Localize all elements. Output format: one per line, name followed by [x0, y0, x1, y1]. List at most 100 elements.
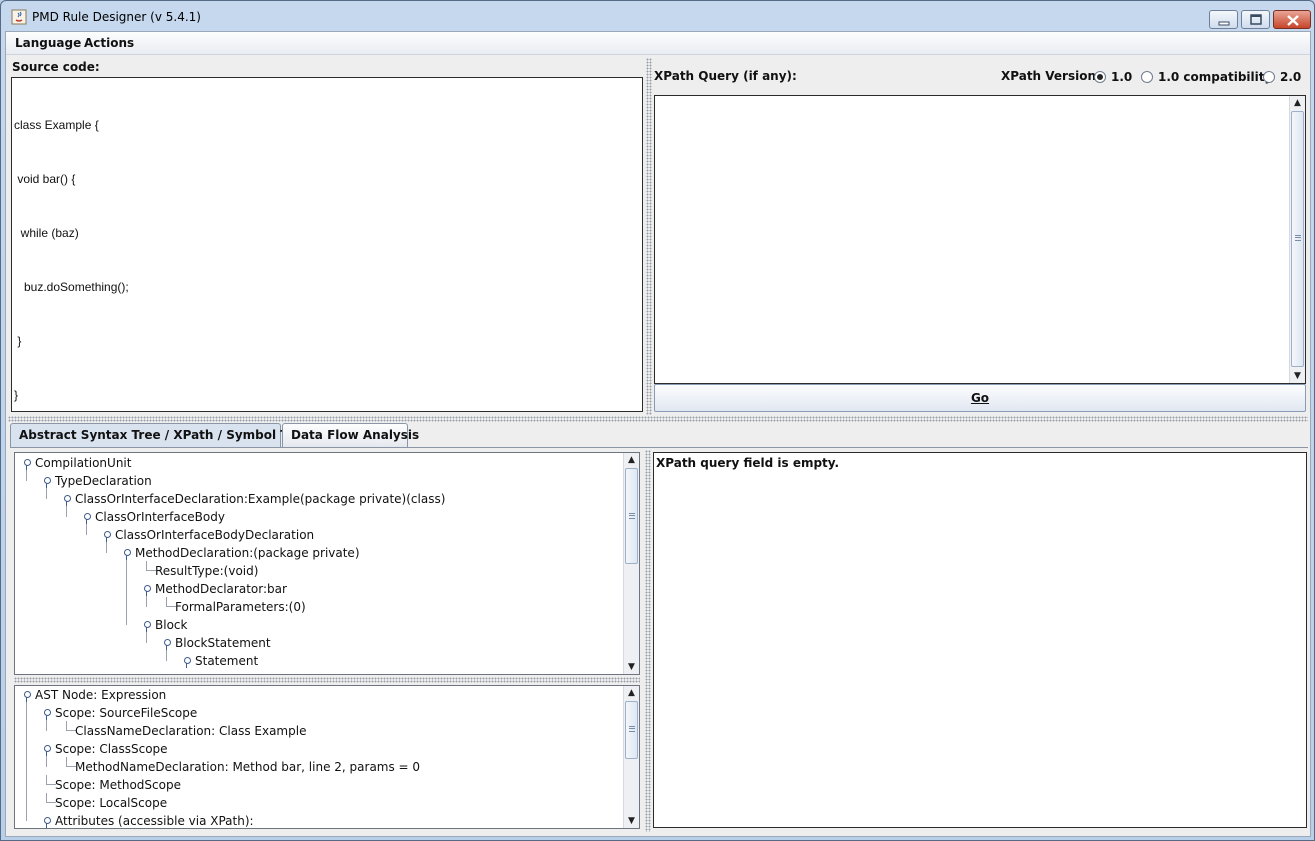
scroll-down-icon[interactable]: ▼ — [1290, 369, 1305, 383]
tree-node[interactable]: ClassOrInterfaceBody — [95, 508, 225, 526]
tree-node[interactable]: Scope: LocalScope — [55, 794, 167, 812]
code-line: buz.doSomething(); — [14, 280, 129, 294]
tree-branch-line — [46, 720, 47, 731]
xpath-version-1-0-compatibility[interactable]: 1.0 compatibility — [1141, 68, 1272, 86]
close-icon — [1287, 15, 1299, 26]
scroll-up-icon[interactable]: ▲ — [1290, 96, 1305, 110]
tree-branch-line — [146, 596, 147, 607]
tree-expand-handle-icon[interactable] — [101, 526, 113, 544]
menu-language[interactable]: Language — [15, 36, 81, 50]
tree-node[interactable]: ClassOrInterfaceBodyDeclaration — [115, 526, 314, 544]
menu-bar: Language Actions — [6, 32, 1310, 55]
radio-label: 1.0 — [1111, 70, 1133, 84]
ast-tree-view[interactable]: ▲ ▼ CompilationUnit TypeDeclaration ClassO… — [14, 452, 640, 675]
scrollbar-thumb[interactable] — [625, 701, 638, 759]
radio-button-selected[interactable] — [1094, 71, 1106, 83]
scroll-up-icon[interactable]: ▲ — [624, 453, 639, 467]
horizontal-split-handle[interactable] — [8, 416, 1308, 422]
tree-node[interactable]: ClassOrInterfaceDeclaration:Example(pack… — [75, 490, 445, 508]
tree-branch-line — [146, 632, 147, 643]
tree-expand-handle-icon[interactable] — [41, 740, 53, 758]
tree-node[interactable]: AST Node: Expression — [35, 686, 166, 704]
go-button-label: Go — [970, 391, 990, 405]
scroll-up-icon[interactable]: ▲ — [624, 686, 639, 700]
xpath-version-1-0[interactable]: 1.0 — [1094, 68, 1132, 86]
tree-branch-line — [86, 524, 87, 535]
tree-node[interactable]: MethodDeclaration:(package private) — [135, 544, 360, 562]
title-bar[interactable]: PMD Rule Designer (v 5.4.1) — [1, 1, 1314, 31]
grip-icon — [629, 726, 635, 732]
tree-node[interactable]: MethodNameDeclaration: Method bar, line … — [75, 758, 420, 776]
tree-node[interactable]: FormalParameters:(0) — [175, 598, 306, 616]
source-code-editor[interactable]: class Example { void bar() { while (baz)… — [11, 77, 643, 412]
symbol-scrollbar[interactable]: ▲ ▼ — [623, 686, 639, 828]
close-window-button[interactable] — [1273, 10, 1311, 29]
tab-label: Abstract Syntax Tree / XPath / Symbol Ta… — [19, 428, 316, 442]
tree-expand-handle-icon[interactable] — [61, 490, 73, 508]
vertical-split-handle-top[interactable] — [646, 58, 652, 415]
application-window: PMD Rule Designer (v 5.4.1) Language Act… — [0, 0, 1315, 841]
tab-label: Data Flow Analysis — [291, 428, 420, 442]
scroll-down-icon[interactable]: ▼ — [624, 660, 639, 674]
tree-node[interactable]: BlockStatement — [175, 634, 271, 652]
tree-node[interactable]: Scope: MethodScope — [55, 776, 181, 794]
scrollbar-thumb[interactable] — [1291, 111, 1304, 367]
tree-expand-handle-icon[interactable] — [141, 580, 153, 598]
client-area: Language Actions Source code: class Exam… — [5, 31, 1311, 837]
menu-actions[interactable]: Actions — [84, 36, 134, 50]
minimize-button[interactable] — [1209, 10, 1238, 29]
tree-expand-handle-icon[interactable] — [121, 544, 133, 562]
radio-button[interactable] — [1141, 71, 1153, 83]
xpath-result-message: XPath query field is empty. — [656, 456, 840, 470]
tree-node[interactable]: ClassNameDeclaration: Class Example — [75, 722, 306, 740]
xpath-version-2-0[interactable]: 2.0 — [1263, 68, 1301, 86]
tree-expand-handle-icon[interactable] — [81, 508, 93, 526]
radio-label: 1.0 compatibility — [1158, 70, 1273, 84]
tree-expand-handle-icon[interactable] — [141, 616, 153, 634]
scrollbar-thumb[interactable] — [625, 468, 638, 564]
symbol-table-tree-view[interactable]: ▲ ▼ AST Node: Expression Scope: SourceFil… — [14, 685, 640, 829]
tree-node[interactable]: Block — [155, 616, 187, 634]
tree-expand-handle-icon[interactable] — [41, 812, 53, 828]
source-code-label: Source code: — [12, 60, 100, 74]
code-line: class Example { — [14, 118, 99, 132]
scroll-down-icon[interactable]: ▼ — [624, 814, 639, 828]
tree-split-handle[interactable] — [14, 677, 640, 683]
tab-ast-xpath-symbol[interactable]: Abstract Syntax Tree / XPath / Symbol Ta… — [10, 423, 316, 448]
tree-expand-handle-icon[interactable] — [41, 472, 53, 490]
xpath-result-panel[interactable]: XPath query field is empty. — [653, 452, 1307, 828]
tree-node[interactable]: CompilationUnit — [35, 454, 131, 472]
tree-node[interactable]: TypeDeclaration — [55, 472, 152, 490]
xpath-query-input[interactable]: ▲ ▼ — [654, 95, 1306, 384]
vertical-split-handle-bottom[interactable] — [645, 450, 651, 832]
xpath-version-label: XPath Version: — [1001, 69, 1101, 83]
ast-scrollbar[interactable]: ▲ ▼ — [623, 453, 639, 674]
code-line: while (baz) — [14, 226, 79, 240]
tree-node[interactable]: Scope: SourceFileScope — [55, 704, 197, 722]
xpath-scrollbar[interactable]: ▲ ▼ — [1289, 96, 1305, 383]
go-button[interactable]: Go — [654, 384, 1306, 412]
tab-data-flow-analysis[interactable]: Data Flow Analysis — [282, 423, 419, 447]
tree-expand-handle-icon[interactable] — [21, 454, 33, 472]
tree-expand-handle-icon[interactable] — [21, 686, 33, 704]
grip-icon — [629, 513, 635, 519]
tree-branch-line — [26, 702, 27, 821]
radio-label: 2.0 — [1280, 70, 1302, 84]
tree-branch-line — [26, 470, 27, 481]
source-code-text: class Example { void bar() { while (baz)… — [14, 80, 129, 440]
tree-branch-line — [106, 542, 107, 553]
tree-node[interactable]: Scope: ClassScope — [55, 740, 168, 758]
tree-expand-handle-icon[interactable] — [41, 704, 53, 722]
maximize-button[interactable] — [1241, 10, 1270, 29]
tree-node[interactable]: ResultType:(void) — [155, 562, 258, 580]
tree-node[interactable]: Attributes (accessible via XPath): — [55, 812, 254, 828]
grip-icon — [1295, 235, 1301, 241]
tree-node[interactable]: MethodDeclarator:bar — [155, 580, 287, 598]
maximize-icon — [1250, 14, 1262, 25]
code-line: void bar() { — [14, 172, 76, 186]
window-title: PMD Rule Designer (v 5.4.1) — [32, 10, 201, 24]
radio-button[interactable] — [1263, 71, 1275, 83]
tree-expand-handle-icon[interactable] — [161, 634, 173, 652]
tree-node[interactable]: Statement — [195, 652, 258, 670]
tree-expand-handle-icon[interactable] — [181, 652, 193, 670]
